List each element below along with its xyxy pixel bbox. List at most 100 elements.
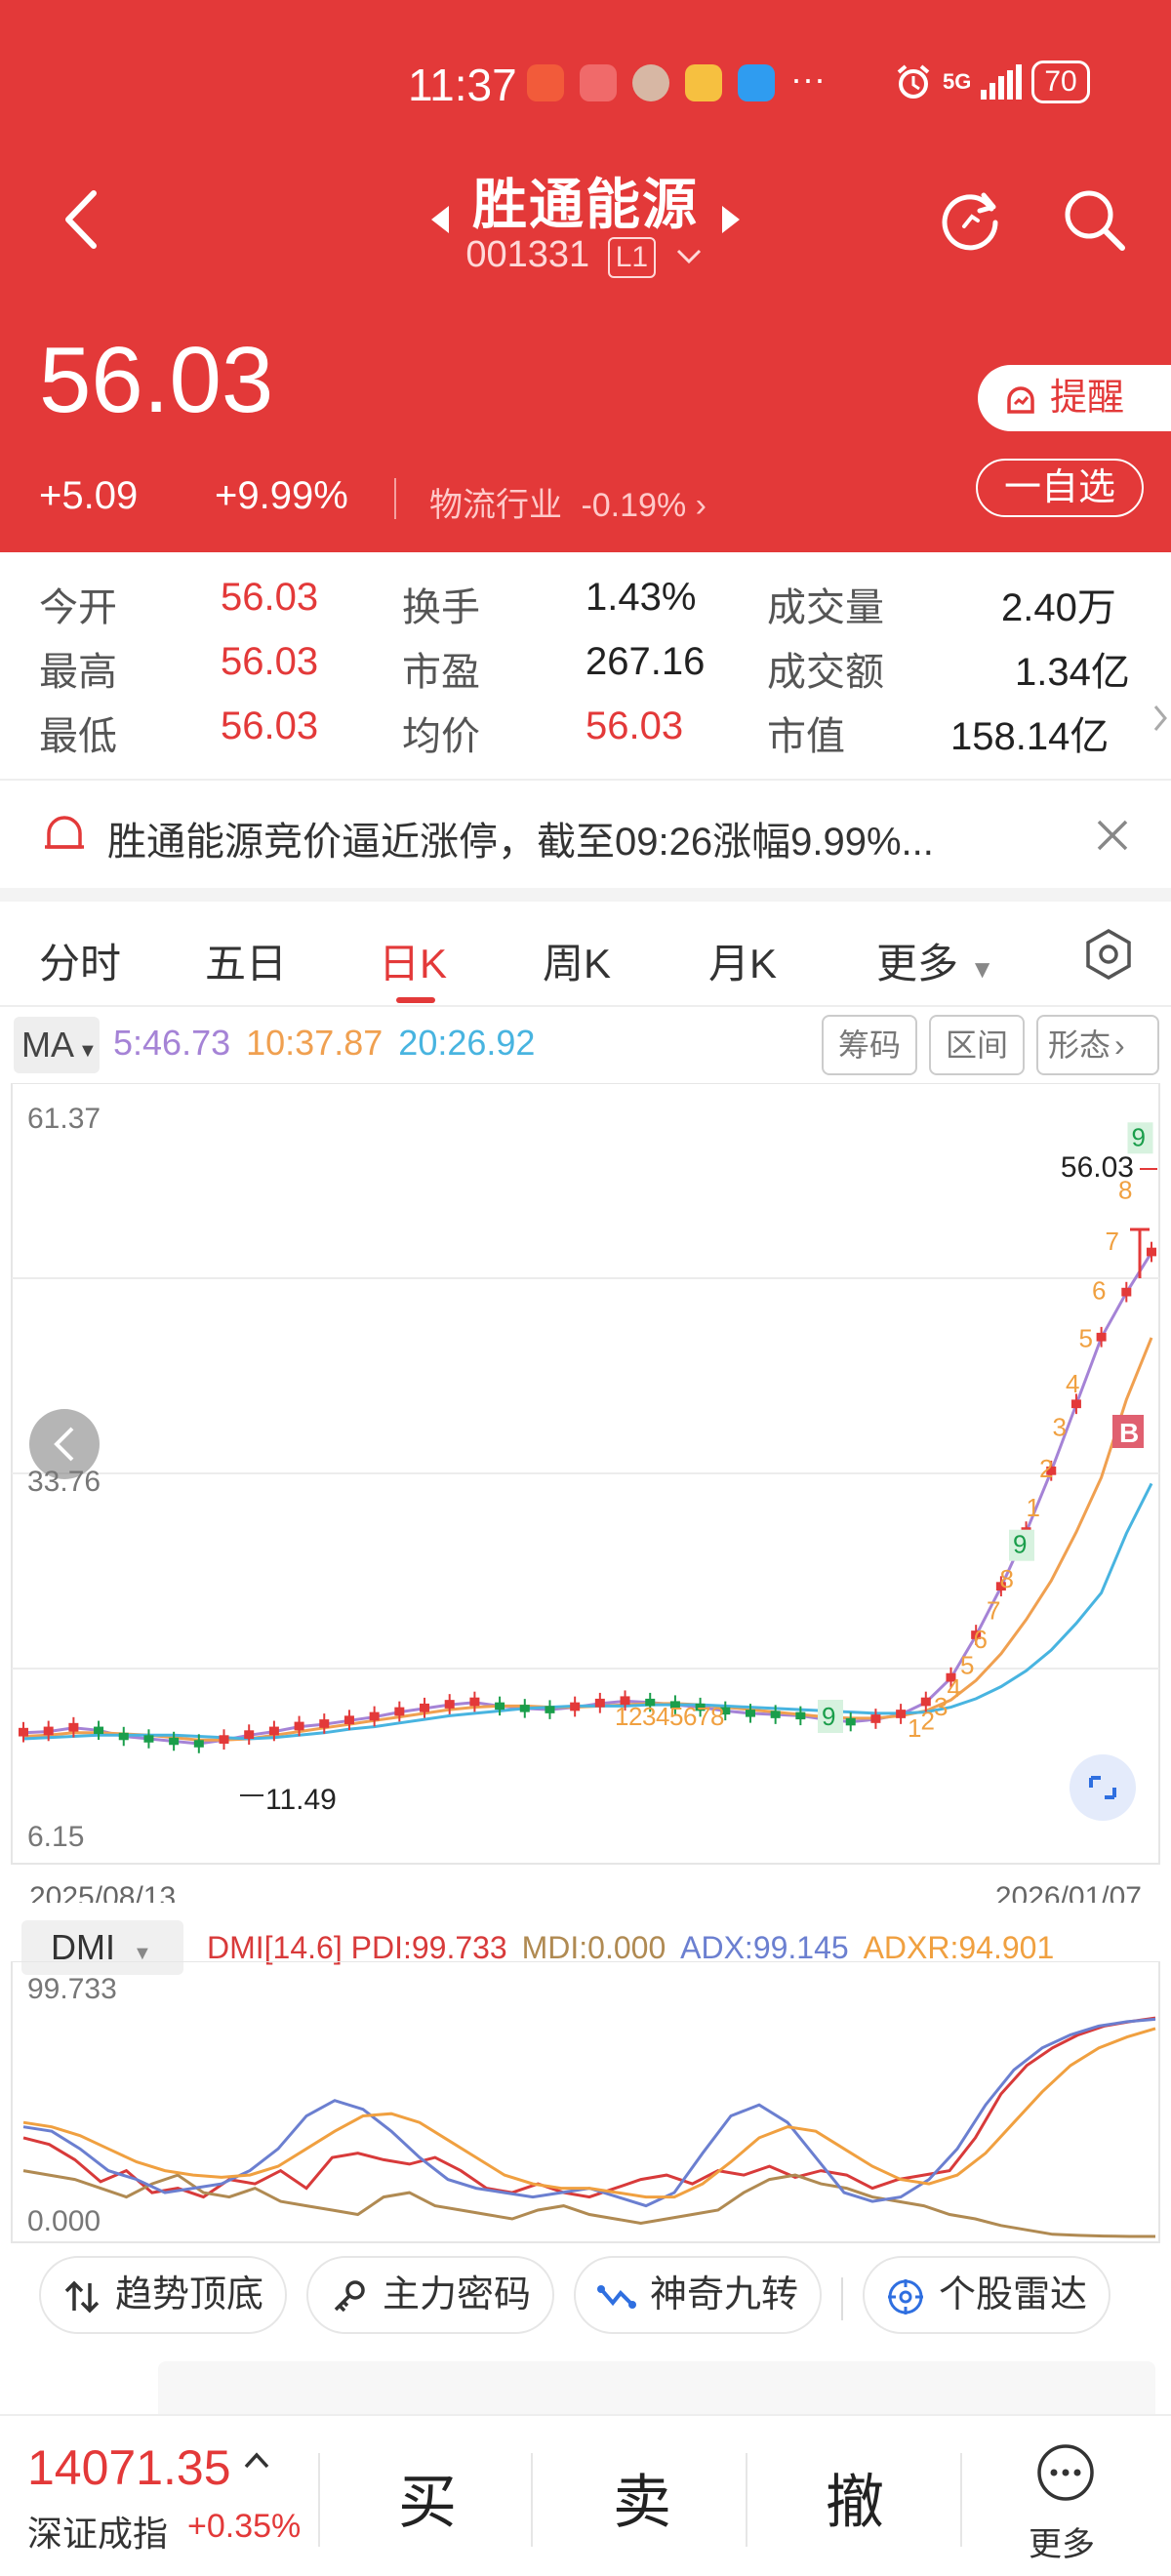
divider [531,2453,533,2547]
candle-body [43,1726,54,1736]
candle-body [143,1735,154,1743]
pdi-value: PDI:99.733 [350,1930,507,1965]
nine-turn-label: 3 [1053,1413,1067,1442]
candle-body [118,1732,129,1741]
sort-arrows-icon [64,2280,100,2314]
expand-arrow-icon[interactable] [1151,699,1171,738]
bottom-bar: 14071.35 深证成指 +0.35% 买 卖 撤 更多 [0,2414,1171,2576]
stock-code: 001331 [465,234,590,275]
index-value: 14071.35 [27,2440,231,2495]
adx-line [22,2017,1156,2208]
chip-label: 个股雷达 [939,2274,1088,2315]
weibo-icon [685,64,722,101]
radar-icon [888,2279,923,2314]
nine-turn-label: 1 [615,1702,628,1731]
nine-turn-label: 2 [1039,1454,1053,1483]
divider [0,888,1171,902]
tab-weekly-k[interactable]: 周K [543,931,611,990]
ma-selector[interactable]: MA ▼ [14,1017,100,1073]
candle-body [444,1700,455,1709]
active-tab-indicator [396,997,435,1003]
dmi-chart[interactable]: 99.733 0.000 [0,1961,1171,2244]
chart-area[interactable]: 61.37 33.76 6.15 2025/08/13 2026/01/07 56.03 1… [0,1083,1171,2243]
current-price: 56.03 [39,328,274,432]
prev-stock-icon[interactable] [431,205,449,233]
nine-turn-label: 8 [710,1702,724,1731]
tab-more-label: 更多 [876,941,959,986]
pattern-label: 形态 [1048,1027,1111,1063]
candle-body [294,1721,304,1731]
candle-body [319,1719,330,1728]
buy-button[interactable]: 买 [398,2455,457,2540]
industry-link[interactable]: 物流行业 -0.19% › [429,478,707,526]
search-icon[interactable] [1060,185,1128,254]
ma20-value: 20:26.92 [398,1023,536,1063]
news-banner[interactable]: 胜通能源竞价逼近涨停，截至09:26涨幅9.99%... [0,781,1171,888]
capital-code-chip[interactable]: 主力密码 [306,2256,554,2334]
remind-button[interactable]: 提醒 [978,365,1171,431]
nine-turn-label: 7 [697,1702,710,1731]
period-tabs: 分时 五日 日K 周K 月K 更多 ▼ [0,902,1171,1007]
candle-body [795,1711,806,1720]
candle-body [169,1737,180,1746]
range-button[interactable]: 区间 [929,1015,1025,1075]
chip-label: 神奇九转 [650,2274,799,2315]
stat-value: 1.34亿 [1015,651,1130,694]
settings-icon[interactable] [1081,927,1136,982]
industry-name: 物流行业 [429,487,562,524]
tab-more[interactable]: 更多 ▼ [876,931,994,990]
zigzag-icon [597,2285,636,2309]
tab-five-day[interactable]: 五日 [205,931,287,990]
trend-top-bottom-chip[interactable]: 趋势顶底 [39,2256,287,2334]
app-icon [527,64,564,101]
stat-label: 最高 [39,651,117,694]
stat-label: 成交额 [767,651,884,694]
stock-radar-chip[interactable]: 个股雷达 [863,2256,1110,2334]
stat-label: 市盈 [402,651,480,694]
remind-label: 提醒 [1050,378,1125,419]
stat-label: 均价 [402,715,480,758]
nine-turn-label: 5 [960,1651,974,1680]
candle-body [219,1735,229,1745]
tab-daily-k[interactable]: 日K [379,931,447,990]
nine-turn-label: 6 [683,1702,697,1731]
avatar [632,64,669,101]
content-preview [158,2361,1155,2416]
stat-value: 158.14亿 [950,715,1110,758]
chip-label: 主力密码 [383,2274,532,2315]
network-label: 5G [943,69,972,94]
x-axis-start-label: 2025/08/13 [29,1881,176,1903]
refresh-icon[interactable] [937,185,1005,254]
magic-nine-chip[interactable]: 神奇九转 [574,2256,822,2334]
nine-turn-label: 5 [1079,1323,1093,1352]
tab-monthly-k[interactable]: 月K [708,931,777,990]
tab-intraday[interactable]: 分时 [39,931,121,990]
candle-body [193,1740,204,1748]
mdi-value: MDI:0.000 [521,1930,666,1965]
candle-body [545,1706,555,1713]
y-axis-min-label: 0.000 [27,2205,101,2237]
nine-turn-label: 5 [669,1702,683,1731]
level-badge: L1 [607,237,657,278]
watchlist-button[interactable]: 一自选 [976,459,1144,517]
kline-chart[interactable]: 61.3733.766.152025/08/13 2026/01/0756.031… [0,1083,1171,1903]
chevron-down-icon [676,249,701,264]
stock-name[interactable]: 胜通能源 [472,174,699,235]
candle-body [343,1715,354,1725]
stock-header: 11:37 ··· 5G 70 胜通能源 001331 L1 56.03 +5.… [0,0,1171,552]
cancel-order-button[interactable]: 撤 [826,2455,884,2540]
candle-body [745,1710,755,1717]
nine-turn-label: 7 [987,1595,1000,1625]
next-stock-icon[interactable] [722,205,740,233]
chips-button[interactable]: 筹码 [822,1015,917,1075]
alert-icon [1007,386,1034,414]
ma5-value: 5:46.73 [113,1023,231,1063]
close-icon[interactable] [1095,818,1130,853]
chevron-up-icon [244,2452,269,2469]
pattern-button[interactable]: 形态 › [1036,1015,1159,1075]
y-axis-max-label: 99.733 [27,1973,117,2005]
candle-body [770,1711,781,1718]
more-icon[interactable] [1034,2441,1097,2504]
index-name: 深证成指 [27,2514,169,2554]
sell-button[interactable]: 卖 [613,2455,671,2540]
